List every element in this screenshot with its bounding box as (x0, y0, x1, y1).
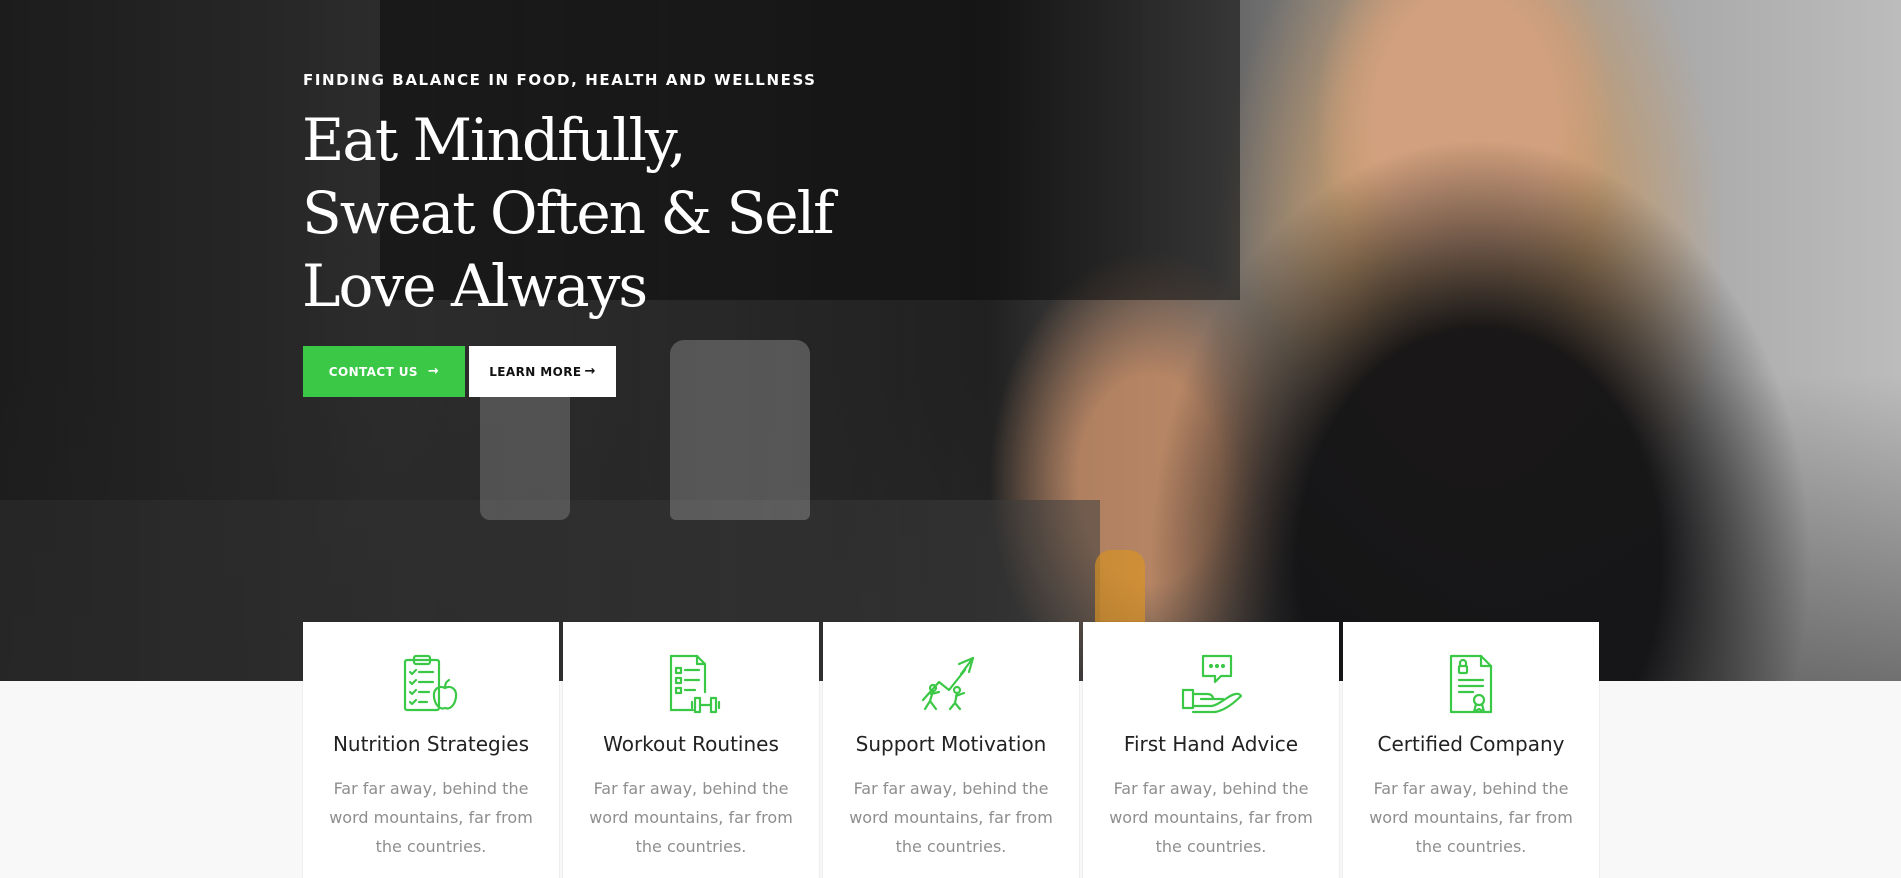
feature-card-motivation: Support Motivation Far far away, behind … (823, 622, 1079, 878)
contact-us-label: CONTACT US (328, 364, 418, 379)
arrow-right-icon: → (584, 364, 596, 379)
hero-banner: FINDING BALANCE IN FOOD, HEALTH AND WELL… (0, 0, 1901, 681)
checklist-dumbbell-icon (659, 652, 723, 716)
feature-title: Certified Company (1377, 732, 1565, 756)
feature-card-advice: First Hand Advice Far far away, behind t… (1083, 622, 1339, 878)
feature-card-certified: Certified Company Far far away, behind t… (1343, 622, 1599, 878)
feature-title: Workout Routines (603, 732, 779, 756)
learn-more-button[interactable]: LEARN MORE → (469, 346, 616, 397)
certificate-icon (1439, 652, 1503, 716)
headline-line: Sweat Often & Self (302, 179, 835, 247)
hero-overlay (0, 0, 1901, 681)
hand-chat-icon (1179, 652, 1243, 716)
clipboard-apple-icon (399, 652, 463, 716)
hero-headline: Eat Mindfully, Sweat Often & Self Love A… (302, 104, 862, 323)
learn-more-label: LEARN MORE (489, 364, 582, 379)
feature-description: Far far away, behind the word mountains,… (589, 779, 793, 856)
feature-title: Nutrition Strategies (332, 732, 530, 756)
feature-description: Far far away, behind the word mountains,… (849, 779, 1053, 856)
feature-description: Far far away, behind the word mountains,… (1109, 779, 1313, 856)
feature-title: First Hand Advice (1123, 732, 1299, 756)
feature-card-nutrition: Nutrition Strategies Far far away, behin… (303, 622, 559, 878)
feature-description: Far far away, behind the word mountains,… (1369, 779, 1573, 856)
hero-subtitle: FINDING BALANCE IN FOOD, HEALTH AND WELL… (303, 71, 817, 89)
headline-line: Love Always (302, 252, 648, 320)
features-row: Nutrition Strategies Far far away, behin… (303, 622, 1600, 878)
feature-description: Far far away, behind the word mountains,… (329, 779, 533, 856)
feature-card-workout: Workout Routines Far far away, behind th… (563, 622, 819, 878)
arrow-right-icon: → (427, 364, 440, 379)
contact-us-button[interactable]: CONTACT US → (303, 346, 465, 397)
headline-line: Eat Mindfully, (302, 106, 687, 174)
feature-title: Support Motivation (855, 732, 1047, 756)
climbing-arrow-icon (919, 652, 983, 716)
